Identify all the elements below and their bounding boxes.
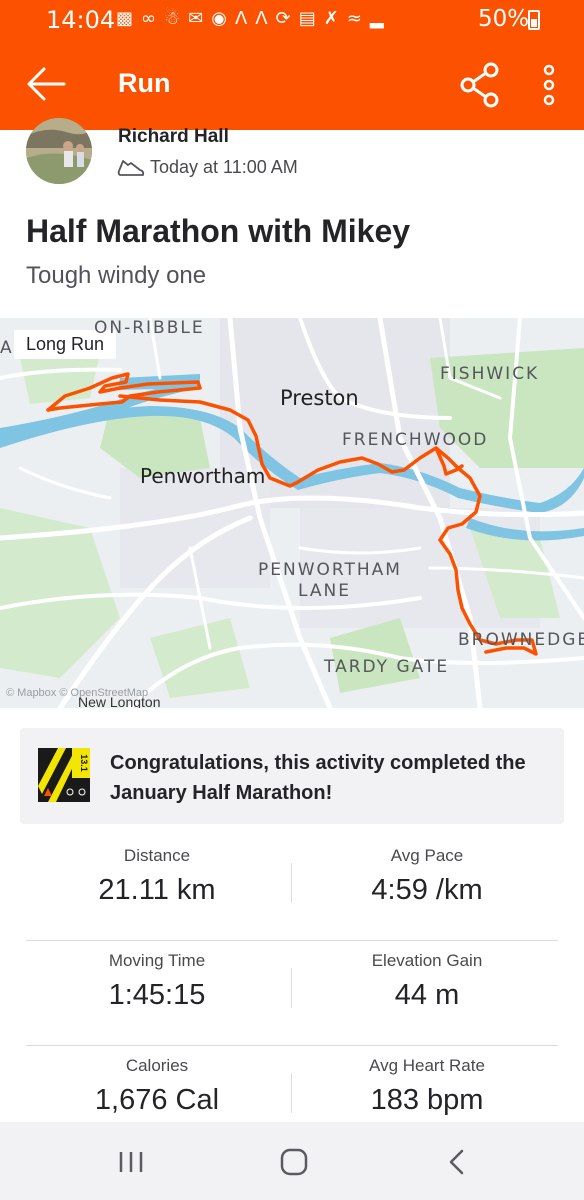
- page-title: Run: [118, 68, 171, 98]
- map-label: BROWNEDGE: [458, 630, 584, 650]
- stat-calories: Calories 1,676 Cal: [26, 1056, 288, 1117]
- map-label: ON-RIBBLE: [94, 318, 205, 338]
- map-label: Penwortham: [140, 464, 266, 488]
- map-label: LANE: [298, 581, 351, 601]
- activity-date: Today at 11:00 AM: [150, 157, 298, 177]
- map-label: Preston: [280, 386, 359, 410]
- stats-row: Distance 21.11 km Avg Pace 4:59 /km: [26, 836, 558, 941]
- calendar-icon: ▤: [298, 8, 316, 29]
- battery-percent: 50%: [478, 6, 530, 32]
- app-icon: ◉: [211, 8, 227, 29]
- stat-value: 4:59 /km: [371, 874, 483, 906]
- voicemail-icon: ∞: [141, 8, 157, 29]
- athlete-name[interactable]: Richard Hall: [118, 126, 229, 148]
- stats-grid: Distance 21.11 km Avg Pace 4:59 /km Movi…: [26, 836, 558, 1151]
- divider: [291, 863, 292, 903]
- message-icon: ▩: [116, 8, 134, 29]
- status-time: 14:04: [46, 6, 116, 34]
- wifi-icon: ≈: [346, 8, 362, 29]
- system-nav-bar: [0, 1122, 584, 1200]
- stat-label: Avg Pace: [390, 846, 464, 865]
- map-label: FISHWICK: [440, 364, 540, 384]
- stat-value: 21.11 km: [98, 874, 216, 906]
- shoe-icon: [117, 160, 145, 176]
- avatar[interactable]: [26, 118, 92, 184]
- more-options-icon[interactable]: [536, 64, 562, 106]
- stat-label: Distance: [123, 846, 191, 865]
- sync-icon: ⟳: [275, 8, 291, 29]
- divider: [291, 1073, 292, 1113]
- stat-value: 1:45:15: [108, 979, 206, 1011]
- stat-label: Elevation Gain: [371, 951, 483, 970]
- strava-icon: Λ: [255, 8, 268, 29]
- achievement-card[interactable]: 13.1 Congratulations, this activity comp…: [20, 728, 564, 824]
- share-icon[interactable]: [458, 62, 502, 108]
- map-label: New Longton: [78, 694, 161, 708]
- stat-avg-pace: Avg Pace 4:59 /km: [296, 846, 558, 907]
- achievement-text: Congratulations, this activity completed…: [110, 752, 526, 804]
- home-icon[interactable]: [279, 1148, 309, 1176]
- divider: [291, 968, 292, 1008]
- recent-apps-icon[interactable]: [116, 1148, 146, 1176]
- route-map[interactable]: Long Run A ON-RIBBLE FISHWICK Preston FR…: [0, 318, 584, 708]
- map-label: PENWORTHAM: [258, 560, 402, 580]
- stat-label: Calories: [125, 1056, 189, 1075]
- stat-label: Moving Time: [108, 951, 206, 970]
- back-icon[interactable]: [442, 1148, 472, 1176]
- app-bar: Run: [0, 40, 584, 130]
- stat-value: 1,676 Cal: [94, 1084, 220, 1116]
- activity-title: Half Marathon with Mikey: [26, 213, 411, 249]
- back-arrow-icon[interactable]: [24, 62, 68, 106]
- mute-icon: ✗: [323, 8, 339, 29]
- stats-row: Moving Time 1:45:15 Elevation Gain 44 m: [26, 941, 558, 1046]
- strava-icon: Λ: [234, 8, 248, 29]
- signal-icon: ▂: [369, 8, 384, 29]
- stat-label: Avg Heart Rate: [369, 1056, 485, 1075]
- status-icons: ▩ ∞ ☃ ✉ ◉ Λ Λ ⟳ ▤ ✗ ≈ ▂: [116, 8, 384, 30]
- stat-moving-time: Moving Time 1:45:15: [26, 951, 288, 1012]
- mail-icon: ✉: [188, 8, 204, 29]
- ghost-icon: ☃: [164, 8, 181, 29]
- stat-distance: Distance 21.11 km: [26, 846, 288, 907]
- battery-icon: [528, 10, 540, 30]
- stat-elevation-gain: Elevation Gain 44 m: [296, 951, 558, 1012]
- badge-text: 13.1: [79, 754, 89, 772]
- map-label: TARDY GATE: [324, 657, 450, 677]
- stat-value: 44 m: [394, 979, 460, 1011]
- stat-value: 183 bpm: [370, 1084, 484, 1116]
- map-label: FRENCHWOOD: [342, 430, 489, 450]
- challenge-badge-icon: 13.1: [38, 748, 90, 802]
- status-bar: 14:04 ▩ ∞ ☃ ✉ ◉ Λ Λ ⟳ ▤ ✗ ≈ ▂ 50%: [0, 0, 584, 40]
- map-label: A: [0, 338, 14, 358]
- stat-avg-heart-rate: Avg Heart Rate 183 bpm: [296, 1056, 558, 1117]
- activity-description: Tough windy one: [26, 262, 207, 289]
